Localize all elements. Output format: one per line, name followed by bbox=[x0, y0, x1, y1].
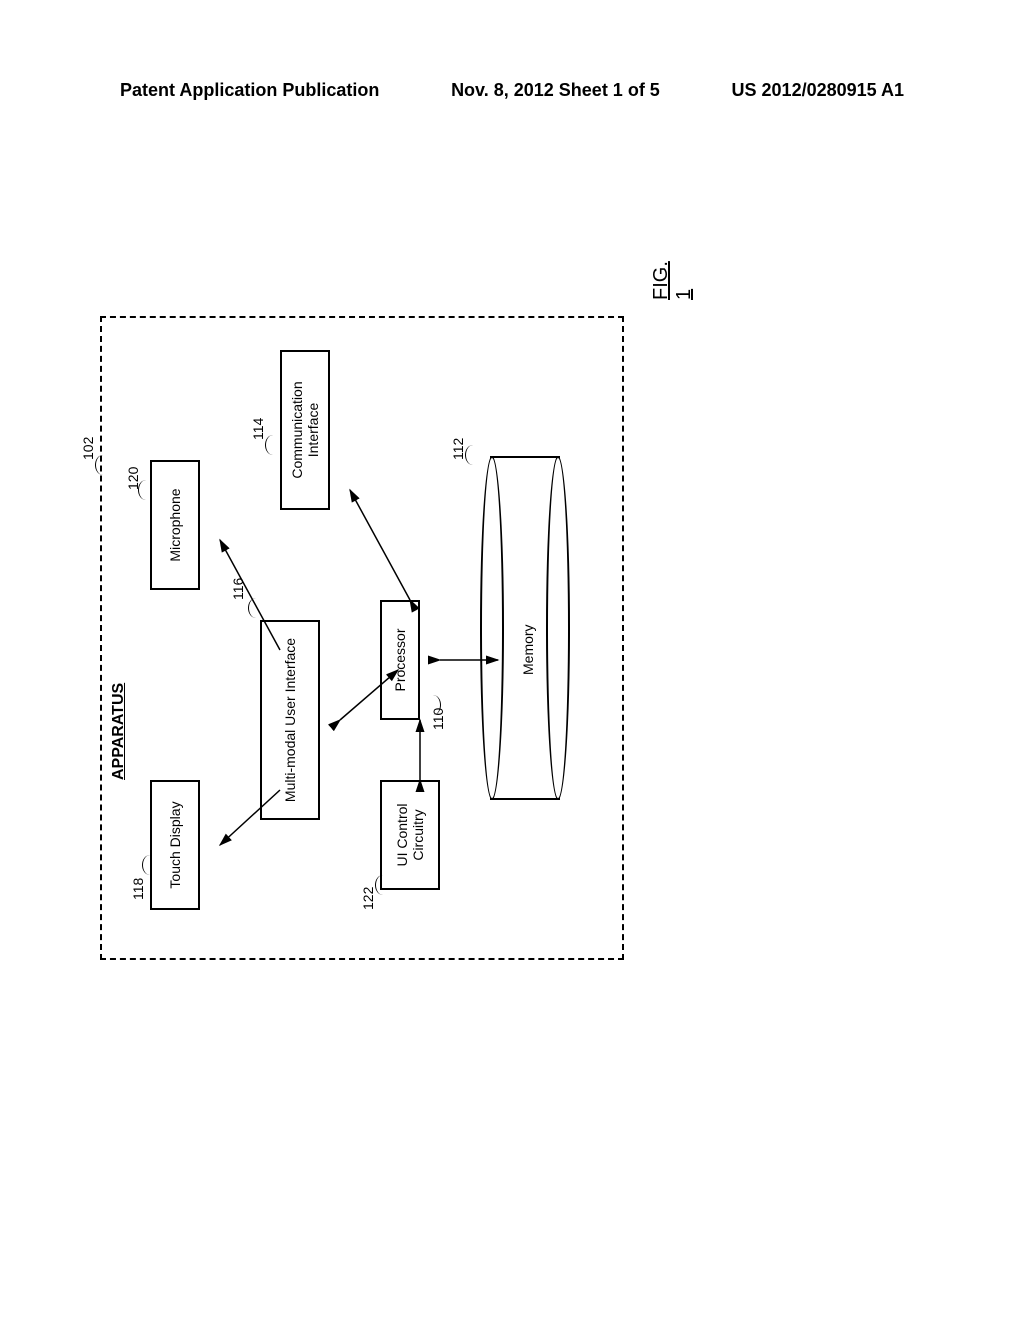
header-center: Nov. 8, 2012 Sheet 1 of 5 bbox=[451, 80, 660, 101]
memory-label: Memory bbox=[520, 624, 536, 675]
header-right: US 2012/0280915 A1 bbox=[732, 80, 904, 101]
microphone-box: Microphone bbox=[150, 460, 200, 590]
multimodal-label: Multi-modal User Interface bbox=[282, 638, 298, 802]
ref-114: 114 bbox=[250, 418, 266, 440]
ref-122: 122 bbox=[360, 887, 376, 910]
ref-118: 118 bbox=[130, 878, 146, 900]
page-header: Patent Application Publication Nov. 8, 2… bbox=[0, 80, 1024, 101]
ref-102: 102 bbox=[80, 437, 96, 460]
touch-display-label: Touch Display bbox=[167, 801, 183, 888]
processor-label: Processor bbox=[392, 628, 408, 691]
comm-interface-label: Communication Interface bbox=[289, 356, 321, 504]
figure-label: FIG. 1 bbox=[650, 261, 696, 300]
ui-control-box: UI Control Circuitry bbox=[380, 780, 440, 890]
microphone-label: Microphone bbox=[167, 488, 183, 561]
touch-display-box: Touch Display bbox=[150, 780, 200, 910]
ref-112: 112 bbox=[450, 438, 466, 460]
comm-interface-box: Communication Interface bbox=[280, 350, 330, 510]
apparatus-title: APPARATUS bbox=[110, 683, 128, 780]
multimodal-box: Multi-modal User Interface bbox=[260, 620, 320, 820]
processor-box: Processor bbox=[380, 600, 420, 720]
header-left: Patent Application Publication bbox=[120, 80, 379, 101]
ui-control-label: UI Control Circuitry bbox=[394, 786, 426, 884]
block-diagram: APPARATUS Touch Display Microphone Multi… bbox=[80, 340, 800, 940]
ref-116: 116 bbox=[230, 578, 246, 600]
